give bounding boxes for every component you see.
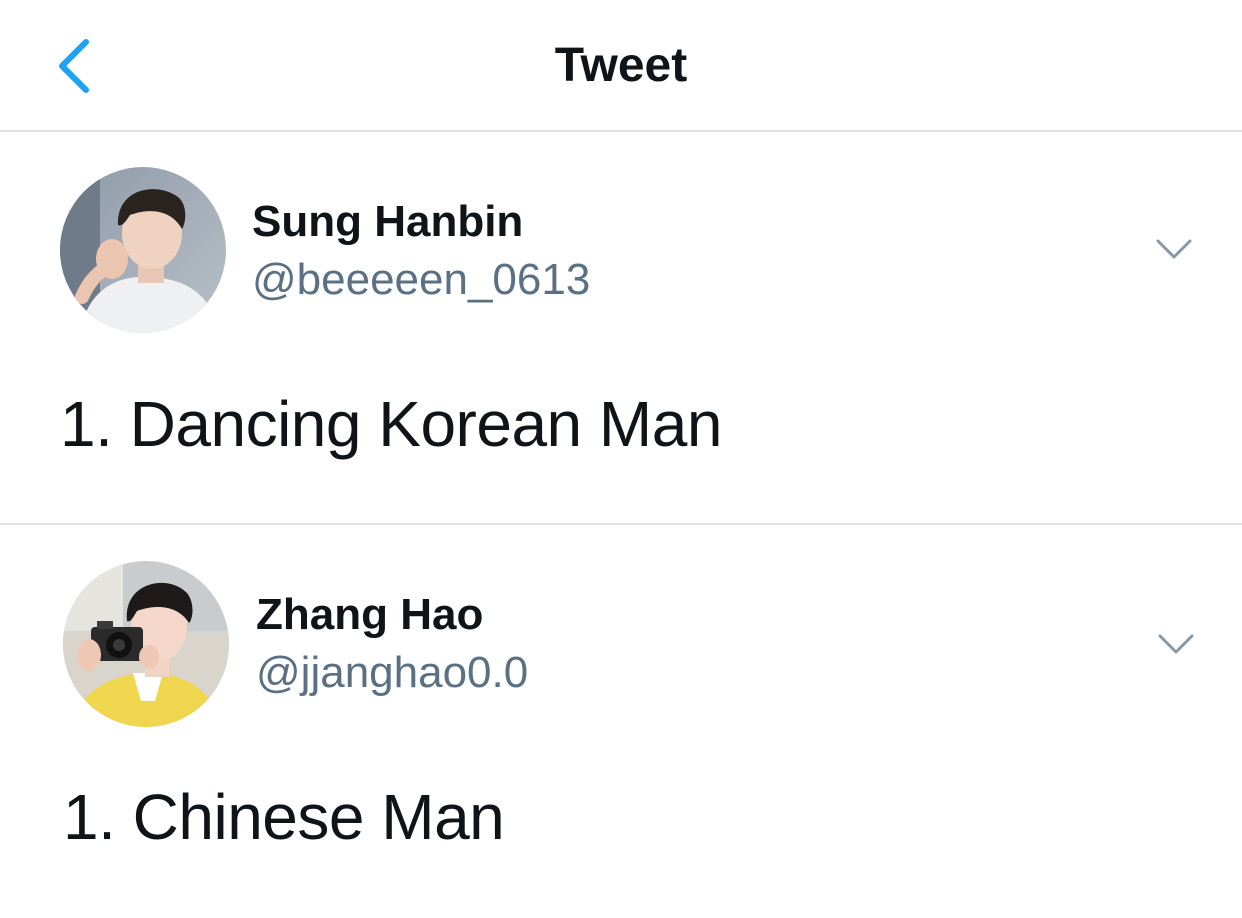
display-name[interactable]: Zhang Hao — [256, 589, 483, 641]
chevron-down-icon — [1158, 634, 1194, 654]
avatar[interactable] — [60, 167, 226, 333]
user-handle[interactable]: @beeeeen_0613 — [252, 254, 590, 306]
display-name[interactable]: Sung Hanbin — [252, 196, 523, 248]
more-options-button[interactable] — [1146, 229, 1202, 269]
tweet-card[interactable]: Sung Hanbin @beeeeen_0613 1. Dancing Kor… — [0, 132, 1242, 525]
top-navigation-bar: Tweet — [0, 0, 1242, 132]
tweet-text: 1. Dancing Korean Man — [60, 388, 722, 460]
user-handle[interactable]: @jjanghao0.0 — [256, 647, 528, 699]
more-options-button[interactable] — [1148, 624, 1204, 664]
avatar-photo — [60, 167, 226, 333]
tweet-text: 1. Chinese Man — [63, 781, 505, 853]
avatar-photo — [63, 561, 229, 727]
page-title: Tweet — [554, 39, 688, 92]
tweet-card[interactable]: Zhang Hao @jjanghao0.0 1. Chinese Man — [0, 525, 1242, 918]
avatar[interactable] — [63, 561, 229, 727]
chevron-down-icon — [1156, 239, 1192, 259]
tweet-detail-page: Tweet Sung Hanbin @beeeeen_0613 1. Danci… — [0, 0, 1242, 918]
